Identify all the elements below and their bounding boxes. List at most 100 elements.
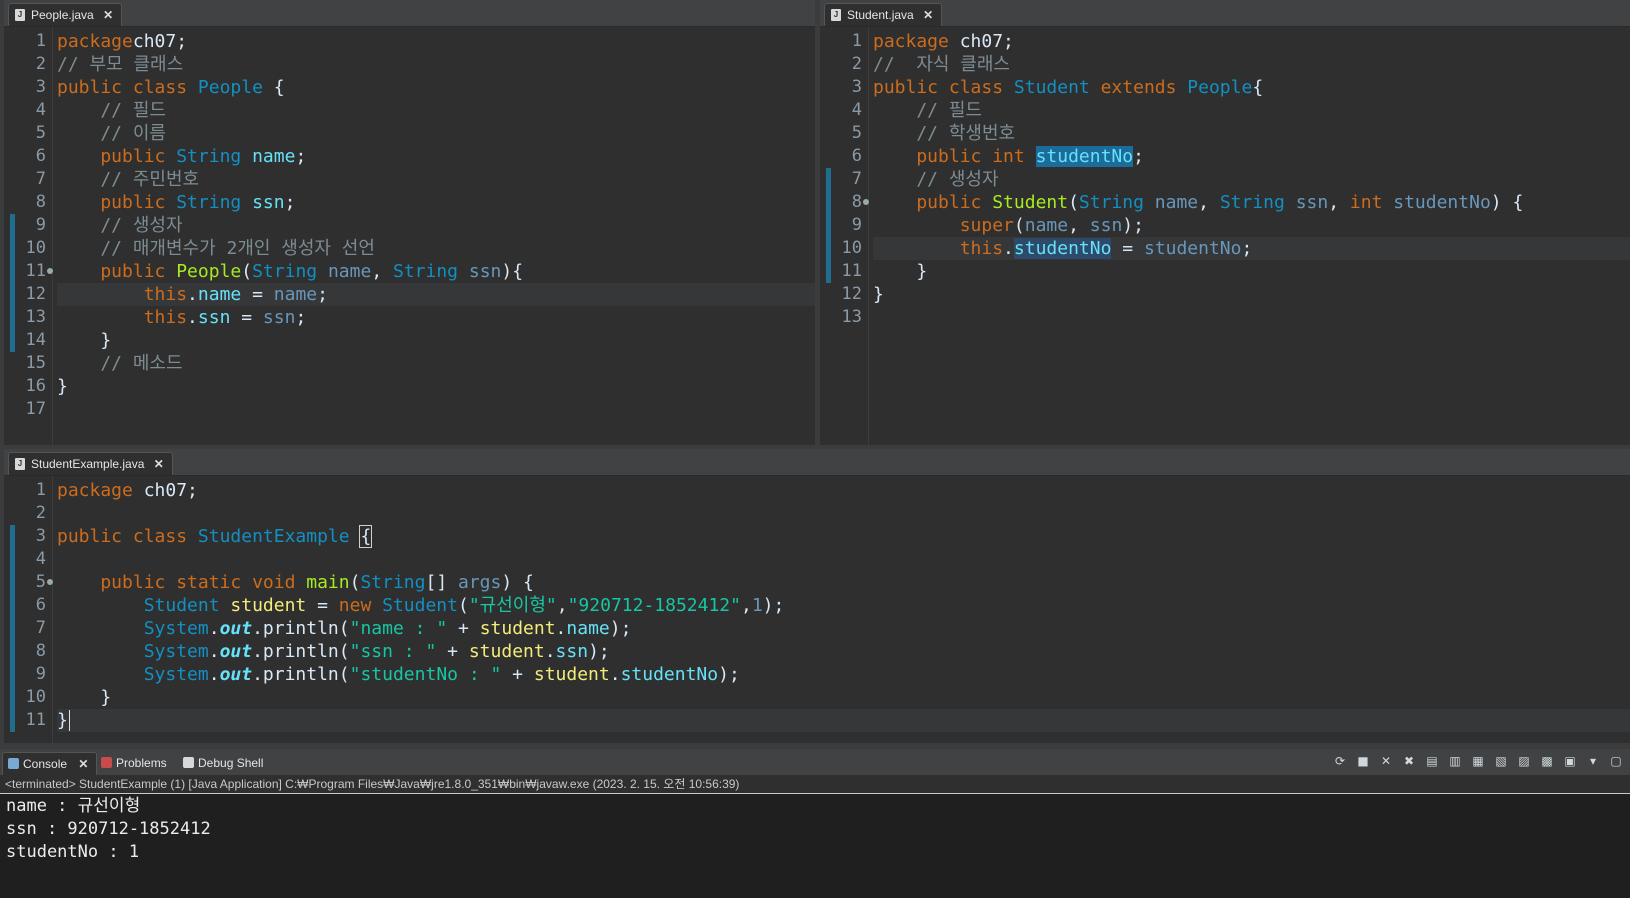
- code-line[interactable]: 9 super(name, ssn);: [852, 214, 1630, 237]
- close-icon[interactable]: ✕: [923, 8, 933, 22]
- remove-all-icon[interactable]: ✖: [1401, 753, 1417, 769]
- code-token: );: [718, 664, 740, 685]
- scroll-lock-icon[interactable]: ▥: [1447, 753, 1463, 769]
- fold-toggle-icon[interactable]: [47, 579, 53, 585]
- student-editor[interactable]: 1 package ch07; 2 // 자식 클래스 3 public class St…: [820, 27, 1630, 445]
- code-line[interactable]: 8 public Student(String name, String ssn…: [852, 191, 1630, 214]
- java-file-icon: J: [15, 9, 25, 21]
- code-line[interactable]: 3 public class Student extends People{: [852, 76, 1630, 99]
- code-line[interactable]: 10 this.studentNo = studentNo;: [842, 237, 1630, 260]
- word-wrap-icon[interactable]: ▦: [1470, 753, 1486, 769]
- code-line[interactable]: 17: [26, 398, 815, 421]
- code-token: extends: [1100, 77, 1188, 98]
- code-line[interactable]: 4 // 필드: [36, 99, 815, 122]
- code-line[interactable]: 7 // 생성자: [852, 168, 1630, 191]
- code-line[interactable]: 6 public String name;: [36, 145, 815, 168]
- line-number: 7: [35, 169, 46, 189]
- code-token: public: [57, 192, 177, 213]
- code-token: .: [187, 307, 198, 328]
- console-output[interactable]: name : 규선이형 ssn : 920712-1852412 studentNo…: [6, 795, 1630, 864]
- code-line[interactable]: 7 // 주민번호: [36, 168, 815, 191]
- view-menu-icon[interactable]: ▾: [1585, 753, 1601, 769]
- people-editor[interactable]: 1 packagech07; 2 // 부모 클래스 3 public class Peo…: [4, 27, 815, 445]
- code-token: }: [873, 284, 884, 305]
- code-line[interactable]: 11 }: [842, 260, 1630, 283]
- code-token: studentNo: [1393, 192, 1491, 213]
- display-console-icon[interactable]: ▣: [1562, 753, 1578, 769]
- code-token: +: [447, 618, 480, 639]
- code-line[interactable]: 11 public People(String name, String ssn…: [26, 260, 815, 283]
- code-line[interactable]: 5 public static void main(String[] args)…: [36, 571, 1630, 594]
- code-token: []: [425, 572, 458, 593]
- tab-problems[interactable]: Problems: [96, 752, 167, 775]
- tab-people-java[interactable]: J People.java ✕: [8, 3, 123, 26]
- code-line[interactable]: 9 System.out.println("studentNo : " + st…: [36, 663, 1630, 686]
- code-token: }: [57, 710, 68, 731]
- pin-icon[interactable]: ▧: [1493, 753, 1509, 769]
- code-token: public: [873, 192, 993, 213]
- code-line[interactable]: 12 this.name = name;: [26, 283, 815, 306]
- fold-toggle-icon[interactable]: [47, 268, 53, 274]
- code-token: ch07;: [143, 480, 198, 501]
- sync-icon[interactable]: ⟳: [1332, 753, 1348, 769]
- remove-icon[interactable]: ✕: [1378, 753, 1394, 769]
- code-line[interactable]: 16}: [26, 375, 815, 398]
- tab-debug-shell[interactable]: Debug Shell: [178, 752, 263, 775]
- code-token: name: [327, 261, 372, 282]
- code-line[interactable]: 2 // 자식 클래스: [852, 53, 1630, 76]
- code-line[interactable]: 7 System.out.println("name : " + student…: [36, 617, 1630, 640]
- code-line[interactable]: 1 package ch07;: [36, 479, 1630, 502]
- code-token: (: [349, 572, 361, 593]
- code-line[interactable]: 2: [36, 502, 1630, 525]
- code-line[interactable]: 14 }: [26, 329, 815, 352]
- example-code-area[interactable]: 1 package ch07; 2 3 public class StudentExam…: [26, 476, 1630, 743]
- code-token: System: [57, 664, 209, 685]
- line-number: 6: [35, 595, 46, 615]
- tab-student-java[interactable]: J Student.java ✕: [824, 3, 943, 26]
- code-token: ;: [284, 192, 296, 213]
- code-line[interactable]: 10 // 매개변수가 2개인 생성자 선언: [26, 237, 815, 260]
- copy-icon[interactable]: ▤: [1424, 753, 1440, 769]
- code-line[interactable]: 8 System.out.println("ssn : " + student.…: [36, 640, 1630, 663]
- code-line[interactable]: 4 // 필드: [852, 99, 1630, 122]
- open-console-icon[interactable]: ▩: [1539, 753, 1555, 769]
- code-token: {: [359, 525, 373, 548]
- tab-label: Student.java: [847, 8, 914, 22]
- code-line[interactable]: 3 public class People {: [36, 76, 815, 99]
- code-line[interactable]: 2 // 부모 클래스: [36, 53, 815, 76]
- code-line[interactable]: 5 // 이름: [36, 122, 815, 145]
- line-number: 14: [25, 330, 46, 350]
- code-line[interactable]: 8 public String ssn;: [36, 191, 815, 214]
- close-icon[interactable]: ✕: [103, 8, 113, 22]
- code-line[interactable]: 5 // 학생번호: [852, 122, 1630, 145]
- code-token: String: [393, 261, 469, 282]
- stop-icon[interactable]: ■: [1355, 753, 1371, 769]
- example-editor[interactable]: 1 package ch07; 2 3 public class StudentExam…: [4, 476, 1630, 743]
- tab-student-example-java[interactable]: J StudentExample.java ✕: [8, 452, 173, 475]
- code-line[interactable]: 9 // 생성자: [36, 214, 815, 237]
- code-line[interactable]: 6 Student student = new Student("규선이형","…: [36, 594, 1630, 617]
- line-number: 7: [851, 169, 862, 189]
- code-token: 1: [751, 595, 763, 616]
- code-line[interactable]: 4: [36, 548, 1630, 571]
- code-token: public int: [873, 146, 1036, 167]
- code-line[interactable]: 15 // 메소드: [26, 352, 815, 375]
- code-line[interactable]: 12}: [842, 283, 1630, 306]
- code-line[interactable]: 13: [842, 306, 1630, 329]
- code-line[interactable]: 6 public int studentNo;: [852, 145, 1630, 168]
- tab-console[interactable]: Console ✕: [2, 752, 98, 776]
- close-icon[interactable]: ✕: [78, 757, 88, 771]
- student-code-area[interactable]: 1 package ch07; 2 // 자식 클래스 3 public class St…: [842, 27, 1630, 445]
- code-line[interactable]: 1 packagech07;: [36, 30, 815, 53]
- people-code-area[interactable]: 1 packagech07; 2 // 부모 클래스 3 public class Peo…: [26, 27, 815, 445]
- new-console-icon[interactable]: ▨: [1516, 753, 1532, 769]
- code-line[interactable]: 1 package ch07;: [852, 30, 1630, 53]
- code-line[interactable]: 3 public class StudentExample {: [36, 525, 1630, 548]
- code-line[interactable]: 11}: [26, 709, 1630, 732]
- code-token: String: [176, 146, 253, 167]
- fold-toggle-icon[interactable]: [863, 199, 869, 205]
- new-window-icon[interactable]: ▢: [1608, 753, 1624, 769]
- code-line[interactable]: 13 this.ssn = ssn;: [26, 306, 815, 329]
- close-icon[interactable]: ✕: [154, 457, 164, 471]
- code-line[interactable]: 10 }: [26, 686, 1630, 709]
